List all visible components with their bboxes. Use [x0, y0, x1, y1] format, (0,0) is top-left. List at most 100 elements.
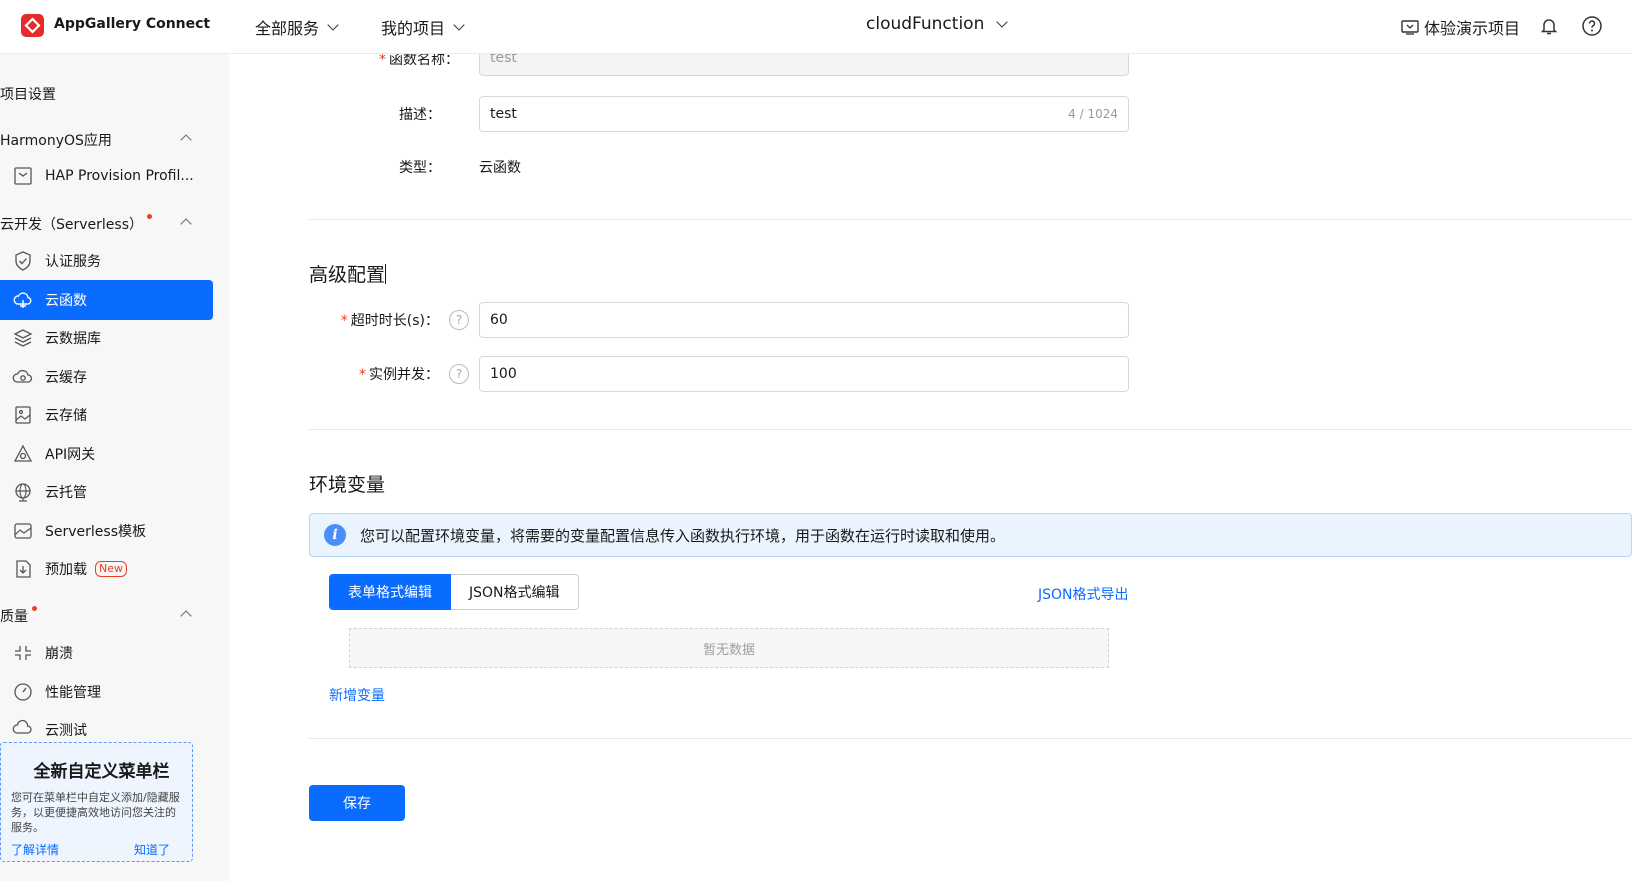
sidebar-item-cloud-hosting[interactable]: 云托管	[0, 472, 213, 512]
bell-icon[interactable]	[1538, 15, 1560, 37]
env-empty-table: 暂无数据	[349, 628, 1109, 668]
sidebar-item-label: 云测试	[45, 723, 87, 739]
help-icon[interactable]	[1581, 15, 1603, 37]
description-label: 描述：	[399, 107, 441, 123]
sidebar-item-label: 云托管	[45, 485, 87, 501]
brand-name[interactable]: AppGallery Connect	[54, 16, 210, 32]
info-icon: i	[324, 524, 346, 546]
template-icon	[14, 523, 32, 539]
sidebar-item-label: 预加载	[45, 562, 87, 578]
sidebar-item-preload[interactable]: 预加载 New	[0, 549, 213, 589]
sidebar-group-harmony[interactable]: HarmonyOS应用	[0, 130, 200, 150]
export-json-link[interactable]: JSON格式导出	[1038, 584, 1129, 604]
timeout-value: 60	[490, 312, 508, 328]
sidebar: 项目设置 HarmonyOS应用 HAP Provision Profil...…	[0, 54, 229, 881]
type-label: 类型：	[399, 160, 441, 176]
demo-icon	[1401, 20, 1419, 35]
sidebar-item-cloud-db[interactable]: 云数据库	[0, 318, 213, 358]
demo-project-link[interactable]: 体验演示项目	[1400, 15, 1520, 39]
gauge-icon	[14, 683, 32, 701]
nav-all-services-label: 全部服务	[255, 19, 320, 38]
sidebar-item-label: HAP Provision Profil...	[45, 168, 194, 184]
nav-my-projects[interactable]: 我的项目	[381, 15, 465, 39]
promo-title: 全新自定义菜单栏	[33, 762, 170, 782]
description-value: test	[490, 106, 517, 122]
chevron-up-icon	[180, 610, 192, 622]
sidebar-item-performance[interactable]: 性能管理	[0, 672, 213, 712]
sidebar-item-cloud-cache[interactable]: 云缓存	[0, 357, 213, 397]
crash-icon	[15, 646, 31, 660]
sidebar-item-hap-provision[interactable]: HAP Provision Profil...	[0, 156, 213, 196]
sidebar-group-serverless[interactable]: 云开发（Serverless）	[0, 214, 200, 234]
main-content: * 函数名称： test 描述： test 4 / 1024 类型： 云函数 高级…	[229, 40, 1632, 881]
description-counter: 4 / 1024	[1068, 107, 1118, 121]
timeout-help-icon[interactable]: ?	[449, 310, 469, 330]
promo-dismiss-link[interactable]: 知道了	[134, 841, 170, 858]
text-cursor	[385, 264, 387, 284]
sidebar-group-quality[interactable]: 质量	[0, 606, 200, 626]
shield-icon	[15, 251, 31, 271]
preload-icon	[16, 560, 31, 578]
chevron-up-icon	[180, 134, 192, 146]
cloud-test-icon	[12, 719, 32, 734]
appgallery-logo-icon[interactable]	[20, 13, 45, 38]
sidebar-item-label: 云函数	[45, 293, 87, 309]
profile-icon	[14, 167, 32, 185]
save-button[interactable]: 保存	[309, 785, 405, 821]
type-value: 云函数	[479, 160, 521, 176]
divider	[309, 219, 1632, 220]
new-badge: New	[95, 561, 127, 577]
chevron-down-icon	[453, 19, 465, 31]
nav-my-projects-label: 我的项目	[381, 19, 446, 38]
env-notice-text: 您可以配置环境变量，将需要的变量配置信息传入函数执行环境，用于函数在运行时读取和…	[360, 526, 1006, 545]
globe-icon	[15, 483, 31, 502]
project-name: cloudFunction	[866, 14, 985, 34]
timeout-input[interactable]: 60	[479, 302, 1129, 338]
notification-dot	[32, 606, 37, 611]
sidebar-project-settings[interactable]: 项目设置	[0, 84, 200, 104]
top-bar: AppGallery Connect 全部服务 我的项目 cloudFuncti…	[0, 0, 1632, 54]
env-variables-title: 环境变量	[309, 474, 386, 496]
chevron-down-icon	[996, 16, 1009, 28]
storage-icon	[15, 406, 31, 424]
sidebar-item-label: Serverless模板	[45, 524, 147, 540]
concurrency-input[interactable]: 100	[479, 356, 1129, 392]
sidebar-group-serverless-label: 云开发（Serverless）	[0, 217, 144, 233]
database-icon	[13, 329, 33, 347]
tab-form-edit[interactable]: 表单格式编辑	[329, 574, 451, 610]
sidebar-item-label: 性能管理	[45, 685, 101, 701]
sidebar-item-label: 云存储	[45, 408, 87, 424]
add-variable-link[interactable]: 新增变量	[329, 685, 385, 705]
sidebar-item-serverless-template[interactable]: Serverless模板	[0, 511, 213, 551]
sidebar-item-cloud-function[interactable]: 云函数	[0, 280, 213, 320]
nav-all-services[interactable]: 全部服务	[255, 15, 339, 39]
sidebar-item-auth[interactable]: 认证服务	[0, 241, 213, 281]
sidebar-item-label: 云缓存	[45, 370, 87, 386]
promo-learn-more-link[interactable]: 了解详情	[11, 841, 59, 858]
sidebar-item-label: 崩溃	[45, 646, 73, 662]
divider	[309, 738, 1632, 739]
sidebar-item-api-gateway[interactable]: API网关	[0, 434, 213, 474]
sidebar-item-crash[interactable]: 崩溃	[0, 633, 213, 673]
edit-mode-toggle: 表单格式编辑 JSON格式编辑	[329, 574, 579, 610]
custom-menu-promo: 全新自定义菜单栏 您可在菜单栏中自定义添加/隐藏服务，以更便捷高效地访问您关注的…	[0, 742, 193, 862]
concurrency-value: 100	[490, 366, 517, 382]
sidebar-item-label: 认证服务	[45, 254, 101, 270]
tab-json-edit[interactable]: JSON格式编辑	[451, 574, 579, 610]
demo-project-label: 体验演示项目	[1424, 19, 1521, 38]
cache-icon	[12, 369, 33, 383]
sidebar-item-label: API网关	[45, 447, 96, 463]
project-selector[interactable]: cloudFunction	[866, 14, 1009, 34]
sidebar-group-quality-label: 质量	[0, 609, 28, 625]
promo-text: 您可在菜单栏中自定义添加/隐藏服务，以更便捷高效地访问您关注的服务。	[11, 791, 180, 834]
advanced-config-title: 高级配置	[309, 264, 387, 286]
sidebar-item-cloud-storage[interactable]: 云存储	[0, 395, 213, 435]
description-input[interactable]: test 4 / 1024	[479, 96, 1129, 132]
cloud-function-icon	[13, 292, 32, 308]
concurrency-help-icon[interactable]: ?	[449, 364, 469, 384]
timeout-label: * 超时时长(s)：	[340, 313, 439, 329]
sidebar-project-settings-label: 项目设置	[0, 87, 56, 103]
empty-text: 暂无数据	[702, 642, 755, 658]
notification-dot	[147, 214, 153, 219]
sidebar-item-label: 云数据库	[45, 331, 101, 347]
